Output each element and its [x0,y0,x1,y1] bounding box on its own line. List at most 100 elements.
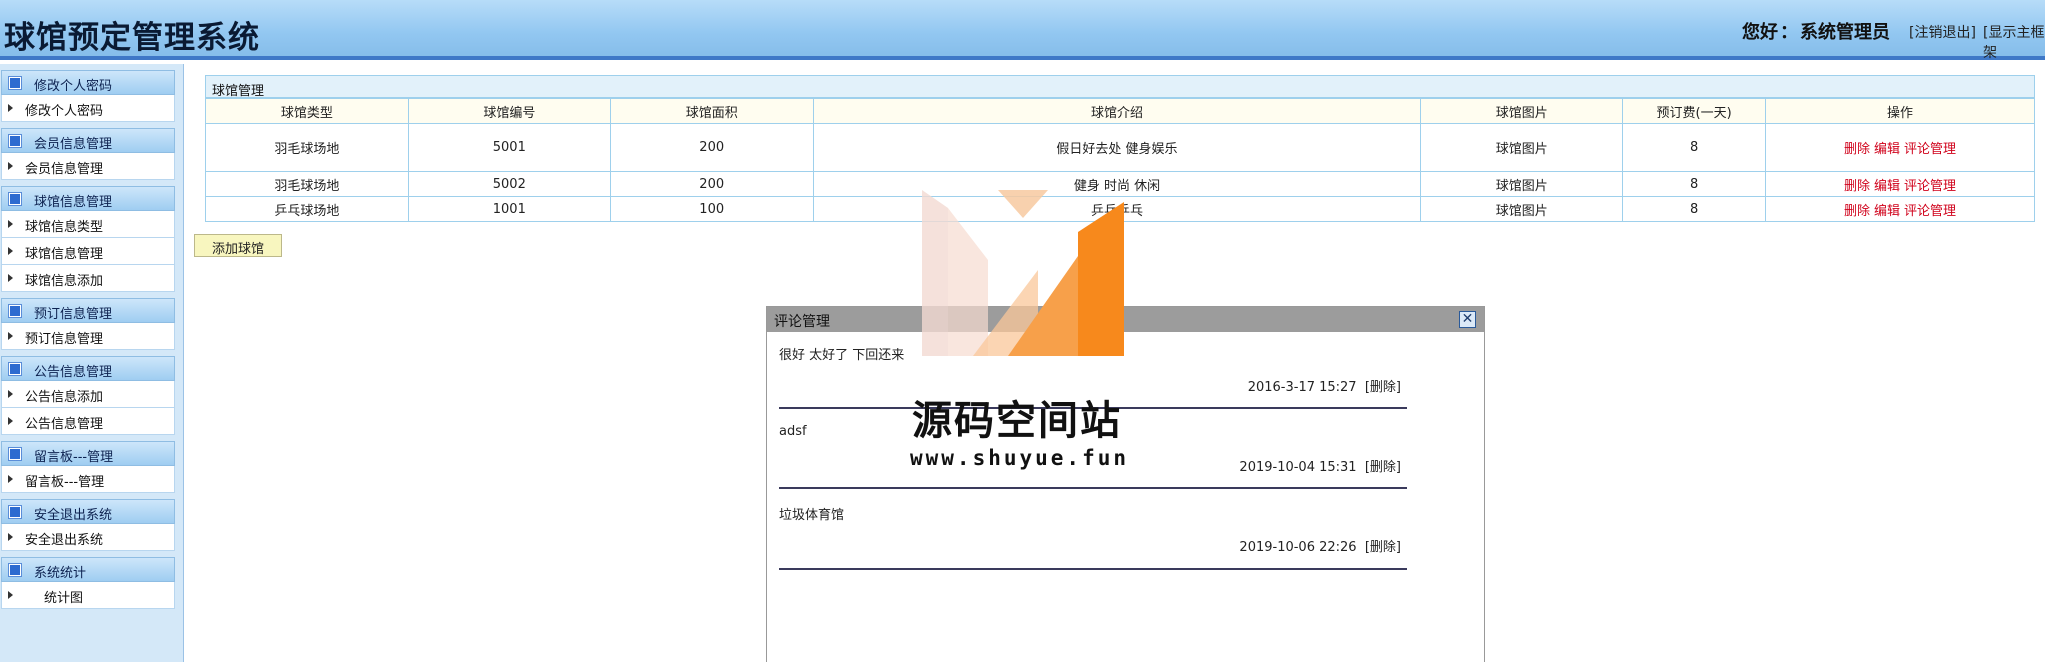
arrow-right-icon [8,220,13,228]
user-greeting: 您好：系统管理员 [1742,22,1890,43]
logout-link[interactable]: [注销退出] [1909,22,1976,42]
menu-header[interactable]: 系统统计 [1,557,175,582]
row-actions: 删除 编辑 评论管理 [1765,123,2035,172]
folder-icon [9,193,21,205]
sidebar-item-safe-logout[interactable]: 安全退出系统 [1,524,175,551]
divider [779,487,1407,489]
court-fee: 8 [1622,196,1767,222]
sidebar-item-statistics-chart[interactable]: 统计图 [1,582,175,609]
arrow-right-icon [8,274,13,282]
sidebar-item-change-password[interactable]: 修改个人密码 [1,95,175,122]
menu-header[interactable]: 会员信息管理 [1,128,175,153]
app-header: 球馆预定管理系统 您好：系统管理员 [注销退出] [显示主框架 [0,0,2045,62]
folder-icon [9,506,21,518]
folder-icon [9,305,21,317]
court-number: 5001 [407,123,611,172]
court-type: 乒乓球场地 [205,196,409,222]
folder-icon [9,448,21,460]
arrow-right-icon [8,591,13,599]
column-header: 球馆介绍 [812,98,1422,124]
sidebar-item-member-management[interactable]: 会员信息管理 [1,153,175,180]
greeting-label: 您好 [1742,22,1778,43]
comment-text: 垃圾体育馆 [779,508,845,523]
menu-header[interactable]: 留言板---管理 [1,441,175,466]
comment-meta: 2016-3-17 15:27 [删除] [1248,376,1401,395]
table-row: 羽毛球场地 5001 200 假日好去处 健身娱乐 球馆图片 8 删除 编辑 评论管… [205,123,2035,172]
column-header: 球馆编号 [407,98,611,124]
column-header: 预订费(一天) [1622,98,1767,124]
comment-delete-link[interactable]: [删除] [1365,540,1401,555]
delete-link[interactable]: 删除 [1844,179,1870,194]
arrow-right-icon [8,247,13,255]
dialog-title: 评论管理 [774,314,830,330]
comment-time: 2016-3-17 15:27 [1247,380,1357,395]
sidebar: 修改个人密码 修改个人密码 会员信息管理 会员信息管理 球馆信息管理 球馆信息类… [0,64,184,662]
arrow-right-icon [8,390,13,398]
close-icon[interactable]: ✕ [1459,311,1476,328]
court-type: 羽毛球场地 [205,123,409,172]
comment-delete-link[interactable]: [删除] [1365,460,1401,475]
watermark-name: 源码空间站 [912,398,1122,444]
edit-link[interactable]: 编辑 [1874,142,1900,157]
folder-icon [9,135,21,147]
comment-delete-link[interactable]: [删除] [1365,380,1401,395]
sidebar-item-announcement-management[interactable]: 公告信息管理 [1,408,175,435]
edit-link[interactable]: 编辑 [1874,179,1900,194]
menu-header[interactable]: 公告信息管理 [1,356,175,381]
column-header: 球馆类型 [205,98,409,124]
arrow-right-icon [8,162,13,170]
folder-icon [9,77,21,89]
sidebar-item-court-add[interactable]: 球馆信息添加 [1,265,175,292]
comment-meta: 2019-10-06 22:26 [删除] [1239,536,1401,555]
menu-header[interactable]: 球馆信息管理 [1,186,175,211]
app-title: 球馆预定管理系统 [4,20,260,56]
column-header: 球馆面积 [609,98,814,124]
menu-group-logout: 安全退出系统 安全退出系统 [0,499,183,551]
menu-group-password: 修改个人密码 修改个人密码 [0,70,183,122]
comment-management-link[interactable]: 评论管理 [1904,142,1956,157]
comment-management-link[interactable]: 评论管理 [1904,204,1956,219]
court-number: 1001 [407,196,611,222]
watermark-url: www.shuyue.fun [910,446,1130,470]
court-type: 羽毛球场地 [205,171,409,197]
panel-title: 球馆管理 [205,75,2035,99]
show-main-frame-link[interactable]: [显示主框架 [1983,22,2045,62]
comment-meta: 2019-10-04 15:31 [删除] [1239,456,1401,475]
sidebar-item-booking-management[interactable]: 预订信息管理 [1,323,175,350]
menu-group-guestbook: 留言板---管理 留言板---管理 [0,441,183,493]
menu-header[interactable]: 预订信息管理 [1,298,175,323]
sidebar-item-court-management[interactable]: 球馆信息管理 [1,238,175,265]
court-fee: 8 [1622,171,1767,197]
add-court-button[interactable]: 添加球馆 [194,234,282,257]
sidebar-item-court-types[interactable]: 球馆信息类型 [1,211,175,238]
row-actions: 删除 编辑 评论管理 [1765,171,2035,197]
folder-icon [9,564,21,576]
court-image-link[interactable]: 球馆图片 [1420,123,1624,172]
edit-link[interactable]: 编辑 [1874,204,1900,219]
watermark-logo-icon [922,190,1124,356]
folder-icon [9,363,21,375]
comment-management-link[interactable]: 评论管理 [1904,179,1956,194]
menu-header[interactable]: 安全退出系统 [1,499,175,524]
arrow-right-icon [8,475,13,483]
arrow-right-icon [8,332,13,340]
delete-link[interactable]: 删除 [1844,142,1870,157]
comment-time: 2019-10-04 15:31 [1239,460,1357,475]
sidebar-item-guestbook-management[interactable]: 留言板---管理 [1,466,175,493]
arrow-right-icon [8,533,13,541]
court-number: 5002 [407,171,611,197]
menu-group-statistics: 系统统计 统计图 [0,557,183,609]
sidebar-item-announcement-add[interactable]: 公告信息添加 [1,381,175,408]
user-name: 系统管理员 [1800,22,1890,43]
court-image-link[interactable]: 球馆图片 [1420,171,1624,197]
court-image-link[interactable]: 球馆图片 [1420,196,1624,222]
comment-time: 2019-10-06 22:26 [1239,540,1357,555]
court-area: 100 [609,196,814,222]
column-header: 球馆图片 [1420,98,1624,124]
column-header: 操作 [1765,98,2035,124]
menu-header[interactable]: 修改个人密码 [1,70,175,95]
arrow-right-icon [8,417,13,425]
arrow-right-icon [8,104,13,112]
court-intro: 假日好去处 健身娱乐 [812,123,1422,172]
delete-link[interactable]: 删除 [1844,204,1870,219]
